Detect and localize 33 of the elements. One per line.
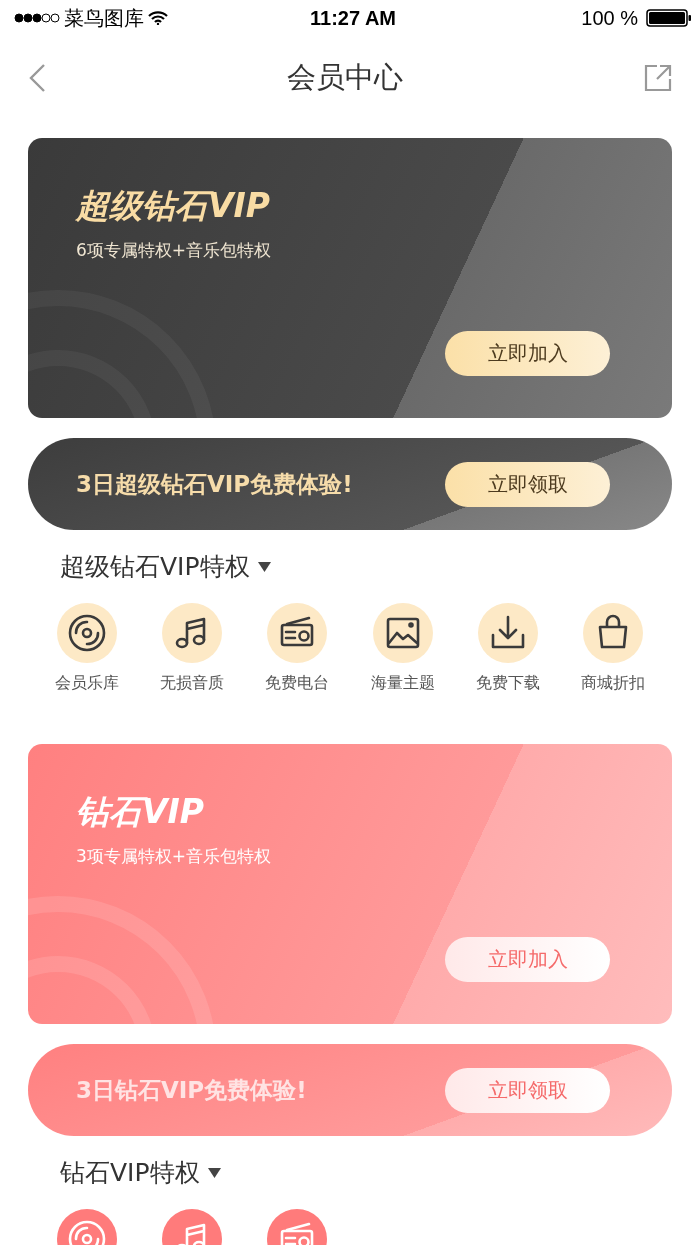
music-note-icon[interactable] (162, 603, 222, 663)
battery-percent: 100 % (581, 6, 638, 30)
claim-button[interactable]: 立即领取 (445, 461, 610, 507)
shopping-bag-icon[interactable] (583, 603, 644, 663)
page-title: 会员中心 (287, 59, 403, 96)
radio-icon[interactable] (267, 603, 328, 663)
card-subtitle: 6项专属特权+音乐包特权 (76, 239, 273, 262)
join-button[interactable]: 立即加入 (445, 331, 610, 376)
status-time: 11:27 AM (310, 6, 396, 30)
share-icon[interactable] (644, 64, 672, 92)
signal-icon (14, 13, 60, 23)
caret-icon[interactable] (207, 1167, 221, 1178)
wifi-icon (148, 11, 168, 25)
trial-text: 3日钻石VIP免费体验! (76, 1075, 307, 1105)
perks-heading: 钻石VIP特权 (60, 1157, 200, 1189)
battery-icon (646, 9, 692, 27)
carrier-name: 菜鸟图库 (64, 5, 144, 31)
disc-icon[interactable] (56, 603, 117, 663)
perk-label: 海量主题 (370, 673, 435, 694)
perk-label: 商城折扣 (581, 673, 646, 694)
perk-label: 会员乐库 (54, 673, 119, 694)
perk-label: 免费下载 (476, 673, 540, 694)
trial-text: 3日超级钻石VIP免费体验! (76, 469, 353, 499)
caret-icon[interactable] (257, 561, 271, 572)
perk-label: 免费电台 (265, 673, 330, 694)
perks-heading: 超级钻石VIP特权 (60, 551, 250, 583)
picture-icon[interactable] (372, 603, 433, 663)
perk-label: 无损音质 (160, 673, 224, 694)
download-icon[interactable] (478, 603, 538, 663)
card-title: 超级钻石VIP (76, 185, 271, 227)
card-title: 钻石VIP (76, 791, 205, 833)
back-icon[interactable] (28, 63, 46, 93)
card-subtitle: 3项专属特权+音乐包特权 (76, 845, 273, 868)
